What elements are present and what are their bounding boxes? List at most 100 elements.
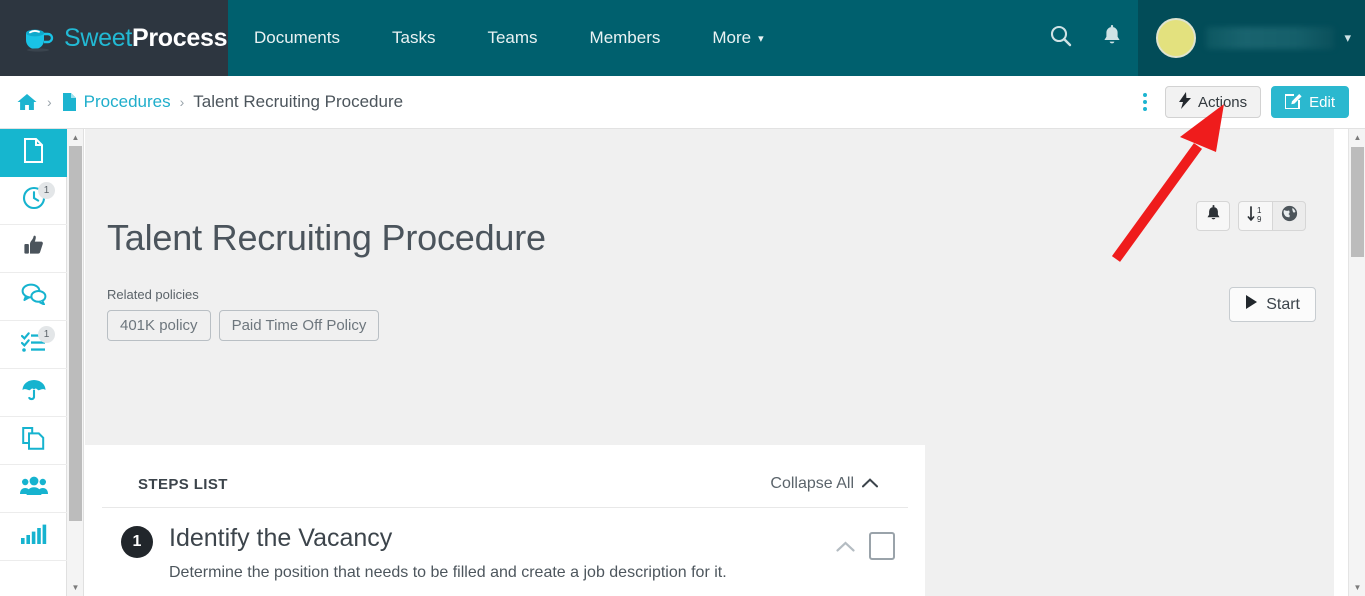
more-vertical-icon[interactable] <box>1135 89 1155 115</box>
breadcrumb: › Procedures › Talent Recruiting Procedu… <box>16 92 403 112</box>
search-icon <box>1049 24 1072 52</box>
notifications-button[interactable] <box>1086 0 1138 76</box>
coffee-cup-icon <box>22 23 56 53</box>
sidebar-item-reports[interactable] <box>0 513 67 561</box>
collapse-all-label: Collapse All <box>770 475 854 492</box>
document-tools: 1 9 <box>1196 201 1306 231</box>
page-scrollbar-thumb[interactable] <box>1351 147 1364 257</box>
nav-right-cluster: ▾ <box>1034 0 1365 76</box>
step-item: 1 Identify the Vacancy Determine the pos… <box>85 508 925 582</box>
step-description: Determine the position that needs to be … <box>169 564 727 581</box>
bar-chart-icon <box>20 524 47 549</box>
step-checkbox[interactable] <box>869 532 895 560</box>
steps-list-header: STEPS LIST Collapse All <box>102 445 908 508</box>
step-title[interactable]: Identify the Vacancy <box>169 524 836 553</box>
step-content: Identify the Vacancy Determine the posit… <box>169 524 836 582</box>
edit-button[interactable]: Edit <box>1271 86 1349 118</box>
start-button[interactable]: Start <box>1229 287 1316 322</box>
sidebar-badge-tasks: 1 <box>38 326 55 343</box>
sidebar-item-duplicate[interactable] <box>0 417 67 465</box>
sidebar-item-approvals[interactable] <box>0 225 67 273</box>
scroll-down-arrow-icon[interactable]: ▼ <box>1349 579 1365 596</box>
nav-label-documents: Documents <box>254 28 340 47</box>
nav-item-documents[interactable]: Documents <box>228 0 366 76</box>
play-icon <box>1245 295 1258 314</box>
brand-name-process: Process <box>131 23 228 52</box>
steps-list-card: STEPS LIST Collapse All 1 Identify the V… <box>85 445 925 596</box>
scroll-up-arrow-icon[interactable]: ▲ <box>67 129 84 146</box>
chevron-down-icon: ▾ <box>1344 30 1351 45</box>
bell-icon <box>1206 205 1221 227</box>
view-mode-group: 1 9 <box>1238 201 1306 231</box>
collapse-all-button[interactable]: Collapse All <box>770 475 878 493</box>
sidebar-item-policies[interactable] <box>0 369 67 417</box>
breadcrumb-separator-2: › <box>179 94 185 110</box>
brand-logo[interactable]: SweetProcess <box>0 0 228 76</box>
policy-pill-pto[interactable]: Paid Time Off Policy <box>218 310 380 341</box>
user-menu[interactable]: ▾ <box>1138 0 1365 76</box>
nav-item-teams[interactable]: Teams <box>461 0 563 76</box>
nav-label-teams: Teams <box>487 28 538 47</box>
steps-list-title: STEPS LIST <box>138 475 228 493</box>
step-number-badge: 1 <box>121 526 153 558</box>
sidebar-item-comments[interactable] <box>0 273 67 321</box>
sidebar-scrollbar-thumb[interactable] <box>69 146 82 521</box>
lightning-bolt-icon <box>1178 91 1191 113</box>
related-policies-label: Related policies <box>107 287 199 302</box>
nav-item-members[interactable]: Members <box>564 0 687 76</box>
chevron-down-icon: ▾ <box>758 32 764 45</box>
sidebar-scrollbar[interactable]: ▲ ▼ <box>67 129 84 596</box>
brand-name: SweetProcess <box>64 24 227 53</box>
avatar <box>1156 18 1196 58</box>
sidebar-item-pending[interactable]: 1 <box>0 177 67 225</box>
sidebar-badge-pending: 1 <box>38 182 55 199</box>
edit-label: Edit <box>1309 93 1335 111</box>
sort-numeric-down-icon: 1 9 <box>1246 205 1266 228</box>
brand-name-sweet: Sweet <box>64 23 132 52</box>
start-label: Start <box>1266 295 1300 313</box>
globe-icon <box>1281 205 1298 227</box>
actions-button[interactable]: Actions <box>1164 86 1262 118</box>
chat-bubbles-icon <box>21 283 47 310</box>
bell-icon <box>1102 24 1122 52</box>
main-content: 1 9 Start Talent Recruiting Procedure Re… <box>85 129 1334 596</box>
sort-order-button[interactable]: 1 9 <box>1238 201 1272 231</box>
visibility-globe-button[interactable] <box>1272 201 1306 231</box>
home-icon[interactable] <box>16 92 38 112</box>
scroll-up-arrow-icon[interactable]: ▲ <box>1349 129 1365 146</box>
nav-label-more: More <box>712 28 752 47</box>
breadcrumb-separator-1: › <box>47 94 52 110</box>
nav-item-tasks[interactable]: Tasks <box>366 0 461 76</box>
breadcrumb-link-procedures[interactable]: Procedures <box>84 92 171 112</box>
copy-pages-icon <box>22 426 45 456</box>
chevron-up-icon <box>862 475 878 493</box>
header-actions: Actions Edit <box>1135 86 1349 118</box>
page-title: Talent Recruiting Procedure <box>107 217 546 258</box>
sidebar-item-documents[interactable] <box>0 129 67 177</box>
document-header: Talent Recruiting Procedure Related poli… <box>85 129 1334 341</box>
thumbs-up-icon <box>22 234 46 263</box>
sidebar-item-tasks[interactable]: 1 <box>0 321 67 369</box>
step-controls <box>836 532 895 560</box>
scroll-down-arrow-icon[interactable]: ▼ <box>67 579 84 596</box>
primary-nav: Documents Tasks Teams Members More ▾ <box>228 0 790 76</box>
pencil-square-icon <box>1285 92 1302 113</box>
nav-item-more[interactable]: More ▾ <box>686 0 789 76</box>
notify-button[interactable] <box>1196 201 1230 231</box>
sidebar-item-teams[interactable] <box>0 465 67 513</box>
user-name-redacted <box>1206 27 1335 49</box>
nav-label-members: Members <box>589 28 661 47</box>
people-icon <box>19 476 48 501</box>
page-scrollbar[interactable]: ▲ ▼ <box>1348 129 1365 596</box>
search-button[interactable] <box>1034 0 1086 76</box>
actions-label: Actions <box>1197 93 1248 111</box>
svg-text:1: 1 <box>1257 206 1262 215</box>
file-icon <box>23 137 44 168</box>
chevron-up-icon[interactable] <box>836 536 855 557</box>
related-policies-list: 401K policy Paid Time Off Policy <box>107 310 1334 341</box>
nav-label-tasks: Tasks <box>391 28 436 47</box>
umbrella-icon <box>21 378 47 407</box>
policy-pill-401k[interactable]: 401K policy <box>107 310 211 341</box>
breadcrumb-bar: › Procedures › Talent Recruiting Procedu… <box>0 76 1365 129</box>
top-navigation-bar: SweetProcess Documents Tasks Teams Membe… <box>0 0 1365 76</box>
